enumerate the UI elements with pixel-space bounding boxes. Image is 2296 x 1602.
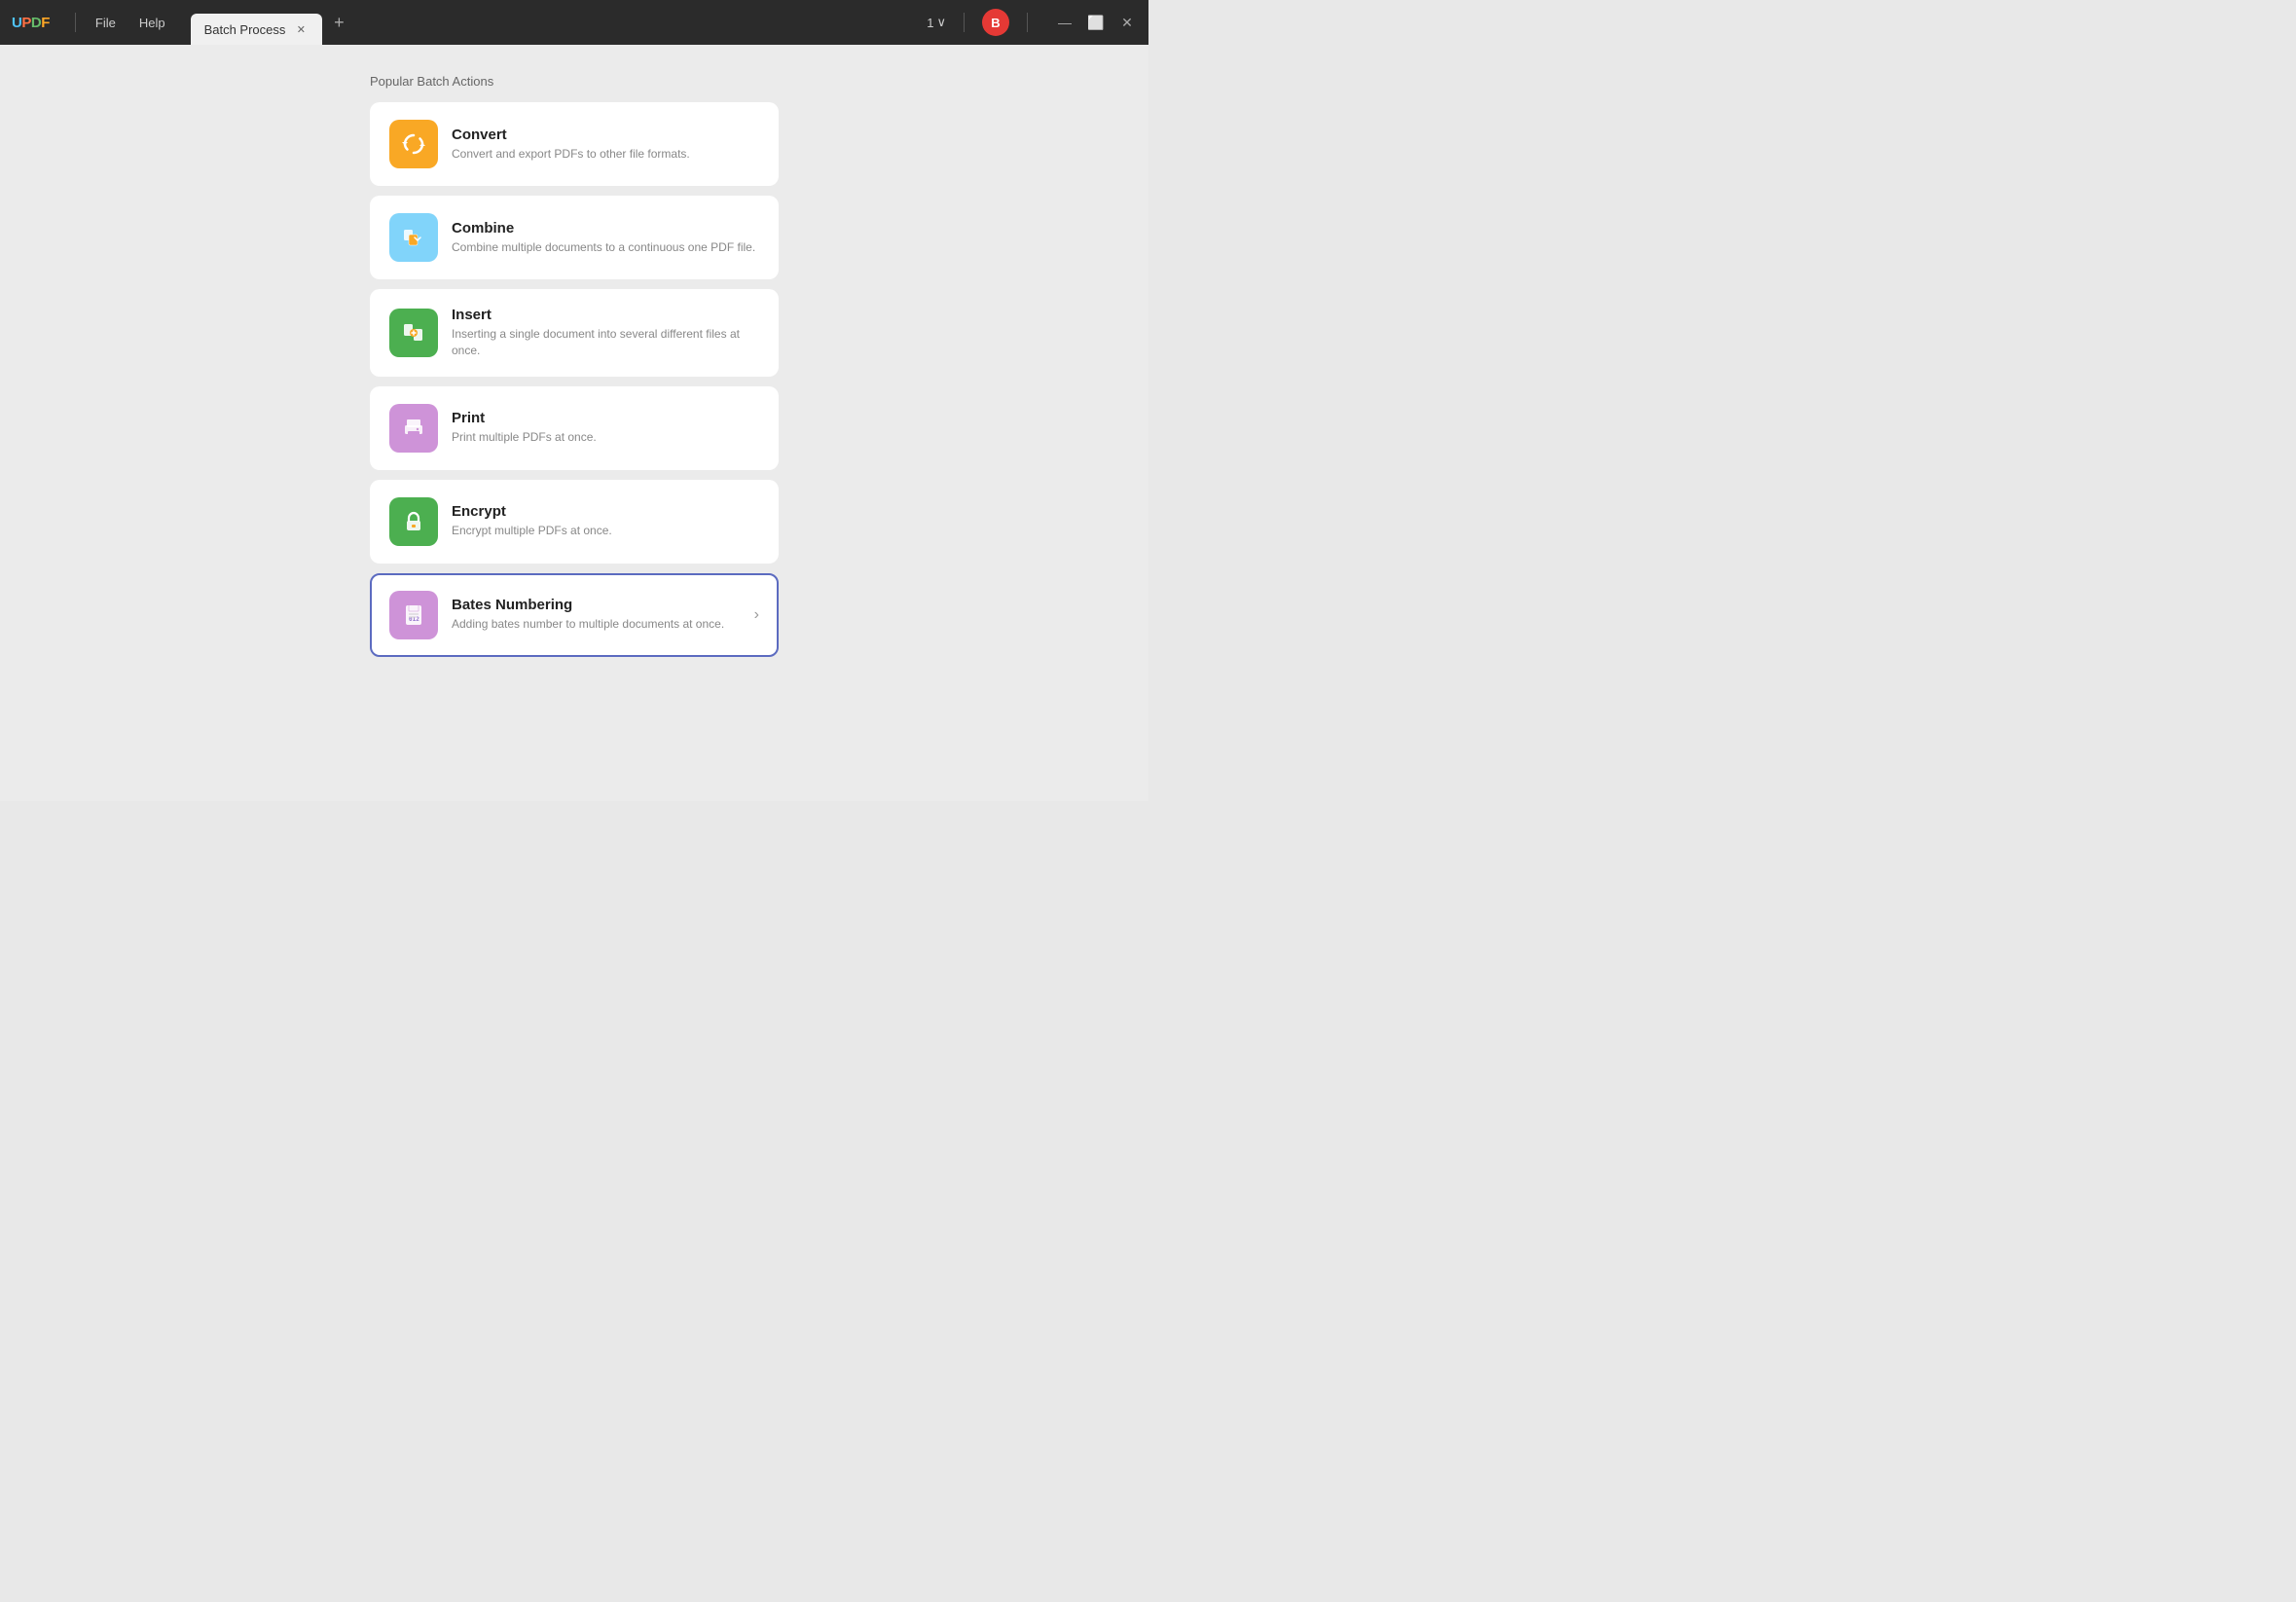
insert-icon — [389, 309, 438, 357]
tab-count-number: 1 — [927, 16, 933, 30]
print-text: Print Print multiple PDFs at once. — [452, 410, 759, 446]
action-card-combine[interactable]: Combine Combine multiple documents to a … — [370, 196, 779, 279]
insert-desc: Inserting a single document into several… — [452, 326, 759, 359]
right-divider2 — [1027, 13, 1028, 32]
right-divider — [964, 13, 965, 32]
titlebar-right: 1 ∨ B — ⬜ ✕ — [927, 9, 1137, 36]
menu-item-file[interactable]: File — [86, 12, 126, 34]
maximize-button[interactable]: ⬜ — [1086, 13, 1106, 32]
main-content: Popular Batch Actions Convert Convert an… — [0, 45, 1148, 801]
logo-p: P — [21, 15, 31, 31]
tab-count: 1 ∨ — [927, 15, 946, 30]
window-controls: — ⬜ ✕ — [1055, 13, 1137, 32]
menu-item-help[interactable]: Help — [129, 12, 175, 34]
action-card-bates[interactable]: 012 Bates Numbering Adding bates number … — [370, 573, 779, 657]
batch-process-tab[interactable]: Batch Process ✕ — [191, 14, 323, 45]
tab-label: Batch Process — [204, 22, 286, 37]
titlebar-tabs: Batch Process ✕ + — [191, 0, 928, 45]
tab-close-button[interactable]: ✕ — [293, 21, 309, 37]
combine-text: Combine Combine multiple documents to a … — [452, 220, 759, 256]
bates-icon: 012 — [389, 591, 438, 639]
content-wrapper: Popular Batch Actions Convert Convert an… — [370, 74, 779, 667]
app-logo: UPDF — [12, 15, 65, 31]
tab-count-chevron[interactable]: ∨ — [936, 15, 946, 30]
action-card-encrypt[interactable]: Encrypt Encrypt multiple PDFs at once. — [370, 480, 779, 564]
print-desc: Print multiple PDFs at once. — [452, 429, 759, 446]
close-button[interactable]: ✕ — [1117, 13, 1137, 32]
convert-text: Convert Convert and export PDFs to other… — [452, 127, 759, 163]
convert-icon — [389, 120, 438, 168]
titlebar: UPDF File Help Batch Process ✕ + 1 ∨ B —… — [0, 0, 1148, 45]
insert-title: Insert — [452, 307, 759, 323]
bates-chevron: › — [754, 606, 759, 624]
encrypt-desc: Encrypt multiple PDFs at once. — [452, 523, 759, 539]
combine-icon — [389, 213, 438, 262]
bates-text: Bates Numbering Adding bates number to m… — [452, 597, 741, 633]
action-card-convert[interactable]: Convert Convert and export PDFs to other… — [370, 102, 779, 186]
new-tab-button[interactable]: + — [326, 10, 351, 35]
combine-title: Combine — [452, 220, 759, 237]
print-title: Print — [452, 410, 759, 426]
convert-desc: Convert and export PDFs to other file fo… — [452, 146, 759, 163]
encrypt-text: Encrypt Encrypt multiple PDFs at once. — [452, 503, 759, 539]
encrypt-title: Encrypt — [452, 503, 759, 520]
combine-desc: Combine multiple documents to a continuo… — [452, 239, 759, 256]
encrypt-icon — [389, 497, 438, 546]
bates-desc: Adding bates number to multiple document… — [452, 616, 741, 633]
logo-u: U — [12, 15, 21, 31]
logo-f: F — [41, 15, 50, 31]
avatar[interactable]: B — [982, 9, 1009, 36]
action-card-print[interactable]: Print Print multiple PDFs at once. — [370, 386, 779, 470]
convert-title: Convert — [452, 127, 759, 143]
titlebar-divider — [75, 13, 76, 32]
logo-d: D — [31, 15, 41, 31]
action-card-insert[interactable]: Insert Inserting a single document into … — [370, 289, 779, 377]
bates-title: Bates Numbering — [452, 597, 741, 613]
print-icon — [389, 404, 438, 453]
minimize-button[interactable]: — — [1055, 13, 1075, 32]
insert-text: Insert Inserting a single document into … — [452, 307, 759, 359]
section-title: Popular Batch Actions — [370, 74, 779, 89]
titlebar-menu: File Help — [86, 12, 175, 34]
